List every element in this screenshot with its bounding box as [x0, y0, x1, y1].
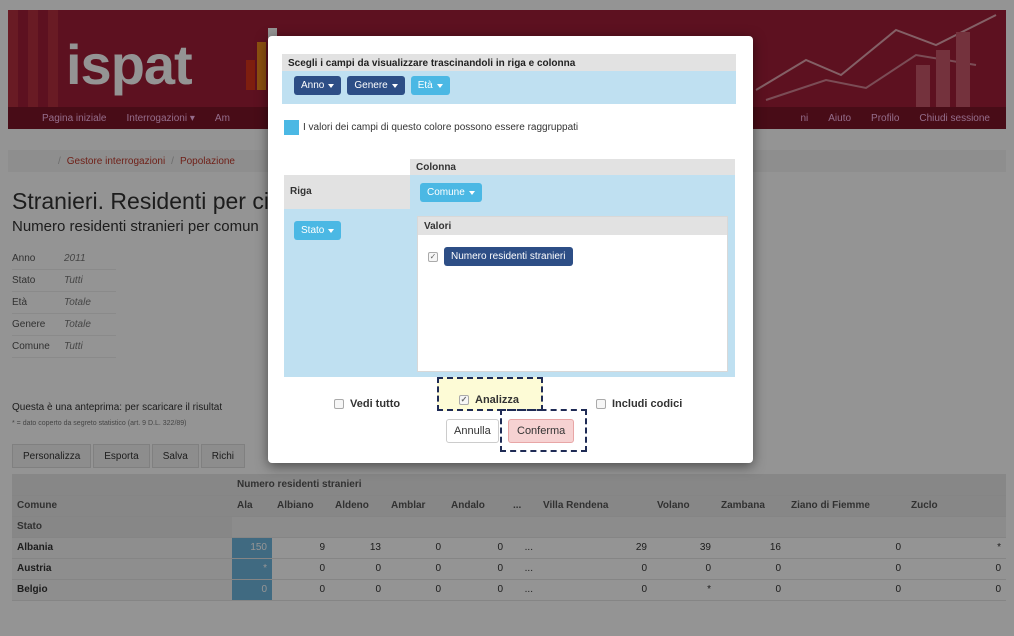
- field-numero-residenti-pill[interactable]: Numero residenti stranieri: [444, 247, 573, 266]
- column-zone-header: Colonna: [410, 159, 735, 175]
- values-header: Valori: [418, 217, 727, 235]
- dialog-buttons: Annulla Conferma: [446, 409, 587, 452]
- groupable-color-swatch: [284, 120, 299, 135]
- analizza-highlight: ✓ Analizza: [437, 377, 543, 411]
- field-anno-pill[interactable]: Anno: [294, 76, 342, 95]
- field-stato-pill[interactable]: Stato: [294, 221, 342, 240]
- groupable-legend: I valori dei campi di questo colore poss…: [284, 120, 578, 135]
- caret-down-icon: [436, 83, 443, 88]
- background-page: ispat Pagina iniziale Interrogazioni ▾ A…: [0, 0, 1014, 636]
- pivot-config-dialog: Scegli i campi da visualizzare trascinan…: [268, 36, 753, 463]
- confirm-button[interactable]: Conferma: [508, 419, 575, 443]
- legend-text: I valori dei campi di questo colore poss…: [303, 122, 579, 133]
- column-drop-zone[interactable]: Comune: [410, 175, 735, 209]
- option-analizza[interactable]: ✓ Analizza: [459, 394, 519, 406]
- field-eta-pill[interactable]: Età: [410, 76, 450, 95]
- field-comune-pill[interactable]: Comune: [420, 183, 482, 202]
- values-drop-zone[interactable]: Valori ✓ Numero residenti stranieri: [410, 209, 735, 377]
- pivot-layout: Colonna Riga Comune Stato Valori ✓ Numer…: [284, 159, 735, 377]
- option-vedi-tutto[interactable]: Vedi tutto: [334, 398, 400, 410]
- available-fields-panel: Scegli i campi da visualizzare trascinan…: [282, 54, 736, 104]
- option-includi-codici[interactable]: Includi codici: [596, 398, 682, 410]
- row-zone-header: Riga: [284, 175, 410, 209]
- value-field-checkbox[interactable]: ✓: [428, 251, 438, 262]
- fields-title: Scegli i campi da visualizzare trascinan…: [282, 54, 736, 71]
- vedi-tutto-checkbox[interactable]: [334, 399, 344, 409]
- conferma-highlight: Conferma: [500, 409, 587, 452]
- row-drop-zone[interactable]: Stato: [284, 209, 410, 377]
- analizza-checkbox[interactable]: ✓: [459, 395, 469, 405]
- caret-down-icon: [328, 83, 335, 88]
- caret-down-icon: [468, 190, 475, 195]
- includi-codici-checkbox[interactable]: [596, 399, 606, 409]
- cancel-button[interactable]: Annulla: [446, 419, 499, 443]
- caret-down-icon: [391, 83, 398, 88]
- caret-down-icon: [328, 228, 335, 233]
- field-genere-pill[interactable]: Genere: [347, 76, 405, 95]
